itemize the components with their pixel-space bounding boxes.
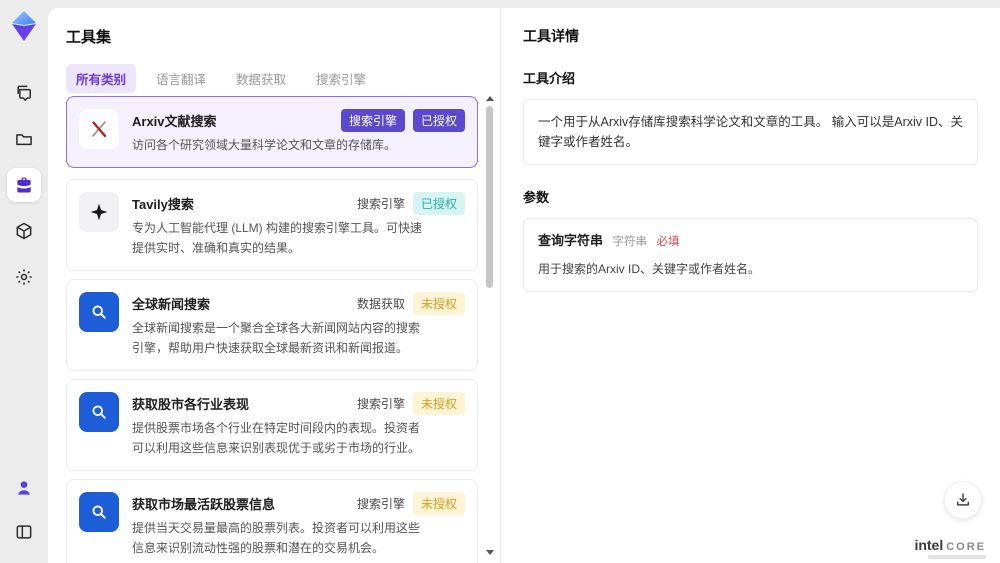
tool-category-badge: 搜索引擎 [356,197,405,212]
scroll-down-arrow[interactable] [486,550,494,555]
brand-intel-text: intel [914,537,944,553]
gear-icon [16,269,32,285]
user-icon [18,481,30,495]
sidebar-item-settings[interactable] [7,260,41,294]
tool-card-1[interactable]: Tavily搜索 搜索引擎 已授权 专为人工智能代理 (LLM) 构建的搜索引擎… [66,179,478,272]
panel-toggle-icon [16,525,32,539]
sidebar-item-collapse[interactable] [7,515,41,549]
tool-card-3[interactable]: 获取股市各行业表现 搜索引擎 未授权 提供股票市场各个行业在特定时间段内的表现。… [66,379,478,472]
scrollbar[interactable] [484,94,496,559]
param-type: 字符串 [612,236,648,248]
tool-auth-badge: 未授权 [412,492,465,516]
tool-auth-badge: 已授权 [412,192,465,216]
tool-category-badge: 搜索引擎 [356,397,405,412]
arxiv-logo-icon [79,109,119,149]
param-required-badge: 必填 [656,236,680,248]
tavily-star-icon [79,192,119,233]
tool-description: 提供当天交易量最高的股票列表。投资者可以利用这些信息来识别流动性强的股票和潜在的… [132,521,421,555]
download-button[interactable] [944,481,982,519]
tool-card-4[interactable]: 获取市场最活跃股票信息 搜索引擎 未授权 提供当天交易量最高的股票列表。投资者可… [66,479,478,563]
app-logo [12,11,36,41]
details-title: 工具详情 [523,28,579,44]
tool-title: Tavily搜索 [132,197,194,213]
intel-core-logo: intel CORE [914,537,986,553]
tool-title: 获取股市各行业表现 [132,397,250,413]
tool-auth-badge: 已授权 [412,109,465,132]
tool-category-badge: 数据获取 [356,297,405,312]
download-icon [957,493,969,506]
tool-title: Arxiv文献搜索 [132,114,217,129]
tab-1[interactable]: 语言翻译 [146,64,216,93]
tool-list: Arxiv文献搜索 搜索引擎 已授权 访问各个研究领域大量科学论文和文章的存储库… [66,96,478,563]
params-heading: 参数 [523,190,550,205]
news-search-icon [79,292,119,333]
sidebar-item-packages[interactable] [7,214,41,248]
page-title: 工具集 [66,29,112,46]
intro-heading: 工具介绍 [523,71,576,86]
tool-card-0[interactable]: Arxiv文献搜索 搜索引擎 已授权 访问各个研究领域大量科学论文和文章的存储库… [66,96,478,169]
tool-details-pane: 工具详情 工具介绍 一个用于从Arxiv存储库搜索科学论文和文章的工具。 输入可… [500,8,1000,563]
tool-description: 专为人工智能代理 (LLM) 构建的搜索引擎工具。可快速提供实时、准确和真实的结… [132,221,423,255]
toolbox-icon [17,177,31,193]
brand-underline [928,555,986,559]
tool-category-badge: 搜索引擎 [356,497,405,512]
param-name: 查询字符串 [538,233,604,248]
sidebar-item-account[interactable] [7,471,41,505]
tool-auth-badge: 未授权 [412,392,465,416]
tool-auth-badge: 未授权 [412,292,465,316]
intro-box: 一个用于从Arxiv存储库搜索科学论文和文章的工具。 输入可以是Arxiv ID… [523,99,978,165]
chat-icon [17,85,31,102]
tool-description: 访问各个研究领域大量科学论文和文章的存储库。 [132,138,397,152]
brand-core-text: CORE [946,541,986,553]
news-search-icon [79,392,119,433]
tab-0[interactable]: 所有类别 [66,64,137,93]
news-search-icon [79,492,119,533]
tool-title: 全球新闻搜索 [132,297,211,313]
intro-text: 一个用于从Arxiv存储库搜索科学论文和文章的工具。 输入可以是Arxiv ID… [538,115,964,149]
tab-3[interactable]: 搜索引擎 [306,64,376,93]
category-tabs: 所有类别 语言翻译 数据获取 搜索引擎 [66,64,376,93]
tool-description: 提供股票市场各个行业在特定时间段内的表现。投资者可以利用这些信息来识别表现优于或… [132,421,421,455]
app-sidebar [0,0,48,563]
param-box: 查询字符串 字符串 必填 用于搜索的Arxiv ID、关键字或作者姓名。 [523,218,978,292]
tool-card-2[interactable]: 全球新闻搜索 数据获取 未授权 全球新闻搜索是一个聚合全球各大新闻网站内容的搜索… [66,279,478,372]
main-panel: 工具集 所有类别 语言翻译 数据获取 搜索引擎 Arxiv文献搜索 搜索引擎 已授权 … [48,8,1000,563]
param-description: 用于搜索的Arxiv ID、关键字或作者姓名。 [538,261,761,276]
cube-icon [16,222,32,240]
tab-2[interactable]: 数据获取 [226,64,296,93]
sidebar-item-chat[interactable] [7,76,41,110]
tool-description: 全球新闻搜索是一个聚合全球各大新闻网站内容的搜索引擎，帮助用户快速获取全球最新资… [132,321,421,355]
folder-icon [16,134,32,146]
sidebar-item-files[interactable] [7,122,41,156]
scrollbar-thumb[interactable] [486,106,493,288]
tool-category-badge: 搜索引擎 [340,109,405,132]
tool-title: 获取市场最活跃股票信息 [132,497,276,513]
tool-list-pane: 工具集 所有类别 语言翻译 数据获取 搜索引擎 Arxiv文献搜索 搜索引擎 已授权 … [48,8,500,563]
sidebar-item-tools[interactable] [7,168,41,202]
scroll-up-arrow[interactable] [486,96,494,101]
